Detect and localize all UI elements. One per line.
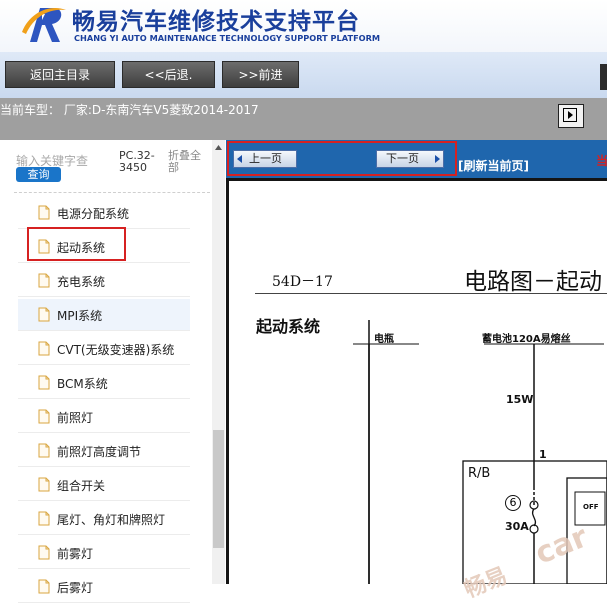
scrollbar-thumb[interactable] <box>213 430 224 548</box>
fuse-number-circle: 6 <box>505 495 521 511</box>
sidebar-item-label: CVT(无级变速器)系统 <box>57 343 175 357</box>
brand-subtitle: CHANG YI AUTO MAINTENANCE TECHNOLOGY SUP… <box>74 33 381 43</box>
r-swoosh-logo-icon <box>22 8 66 42</box>
home-button[interactable]: 返回主目录 <box>5 61 115 88</box>
toolbar-edge-text: 当 <box>596 154 607 168</box>
scroll-up-icon[interactable] <box>212 143 225 153</box>
document-icon <box>38 511 50 526</box>
selected-item-highlight <box>27 227 126 261</box>
brand-title: 畅易汽车维修技术支持平台 <box>72 9 360 35</box>
document-page-number: 54D－17 <box>272 274 333 290</box>
label-15w: 15W <box>506 393 534 406</box>
sidebar-item-5[interactable]: BCM系统 <box>18 367 190 399</box>
sidebar-item-label: 前雾灯 <box>57 547 94 561</box>
sidebar-item-9[interactable]: 尾灯、角灯和牌照灯 <box>18 503 190 535</box>
document-icon <box>38 205 50 220</box>
sidebar-item-3[interactable]: MPI系统 <box>18 299 190 331</box>
sidebar-item-label: BCM系统 <box>57 377 108 391</box>
sidebar-item-label: 充电系统 <box>57 275 106 289</box>
sidebar-item-label: 电源分配系统 <box>57 207 130 221</box>
back-button[interactable]: <<后退. <box>122 61 215 88</box>
sidebar-item-8[interactable]: 组合开关 <box>18 469 190 501</box>
refresh-page-link[interactable]: [刷新当前页] <box>458 157 529 174</box>
document-icon <box>38 307 50 322</box>
pc-number: PC.32-3450 <box>119 149 155 174</box>
sidebar-item-4[interactable]: CVT(无级变速器)系统 <box>18 333 190 365</box>
document-icon <box>38 477 50 492</box>
label-1: 1 <box>539 448 547 461</box>
document-icon <box>38 545 50 560</box>
car-model-text: 当前车型： 厂家:D-东南汽车V5菱致2014-2017 <box>0 103 259 117</box>
sidebar-item-11[interactable]: 后雾灯 <box>18 571 190 603</box>
sidebar-item-label: 前照灯 <box>57 411 94 425</box>
document-icon <box>38 341 50 356</box>
sidebar-item-label: 前照灯高度调节 <box>57 445 142 459</box>
label-battery: 电瓶 <box>374 334 394 345</box>
panel-toggle-icon <box>563 108 577 122</box>
document-title-rule <box>255 293 607 294</box>
document-top-border <box>226 178 607 181</box>
sidebar-item-10[interactable]: 前雾灯 <box>18 537 190 569</box>
sidebar-item-2[interactable]: 充电系统 <box>18 265 190 297</box>
sidebar-item-6[interactable]: 前照灯 <box>18 401 190 433</box>
label-rb: R/B <box>468 466 491 481</box>
document-icon <box>38 273 50 288</box>
label-fuse: 蓄电池120A易熔丝 <box>482 334 571 345</box>
sidebar-item-label: MPI系统 <box>57 309 103 323</box>
document-icon <box>38 409 50 424</box>
sidebar-item-7[interactable]: 前照灯高度调节 <box>18 435 190 467</box>
sidebar-item-label: 后雾灯 <box>57 581 94 595</box>
sidebar-divider <box>14 192 210 193</box>
page-buttons-highlight <box>227 141 457 176</box>
label-off: OFF <box>583 503 599 511</box>
document-icon <box>38 579 50 594</box>
sidebar-item-label: 组合开关 <box>57 479 106 493</box>
collapse-all-link[interactable]: 折叠全部 <box>168 150 208 174</box>
document-icon <box>38 375 50 390</box>
document-icon <box>38 443 50 458</box>
search-button[interactable]: 查询 <box>16 167 61 182</box>
sidebar-item-label: 尾灯、角灯和牌照灯 <box>57 513 166 527</box>
nav-bar-edge <box>600 64 607 90</box>
sidebar-item-0[interactable]: 电源分配系统 <box>18 197 190 229</box>
forward-button[interactable]: >>前进 <box>222 61 299 88</box>
label-30a: 30A <box>505 520 529 533</box>
document-title: 电路图－起动 <box>464 269 602 295</box>
